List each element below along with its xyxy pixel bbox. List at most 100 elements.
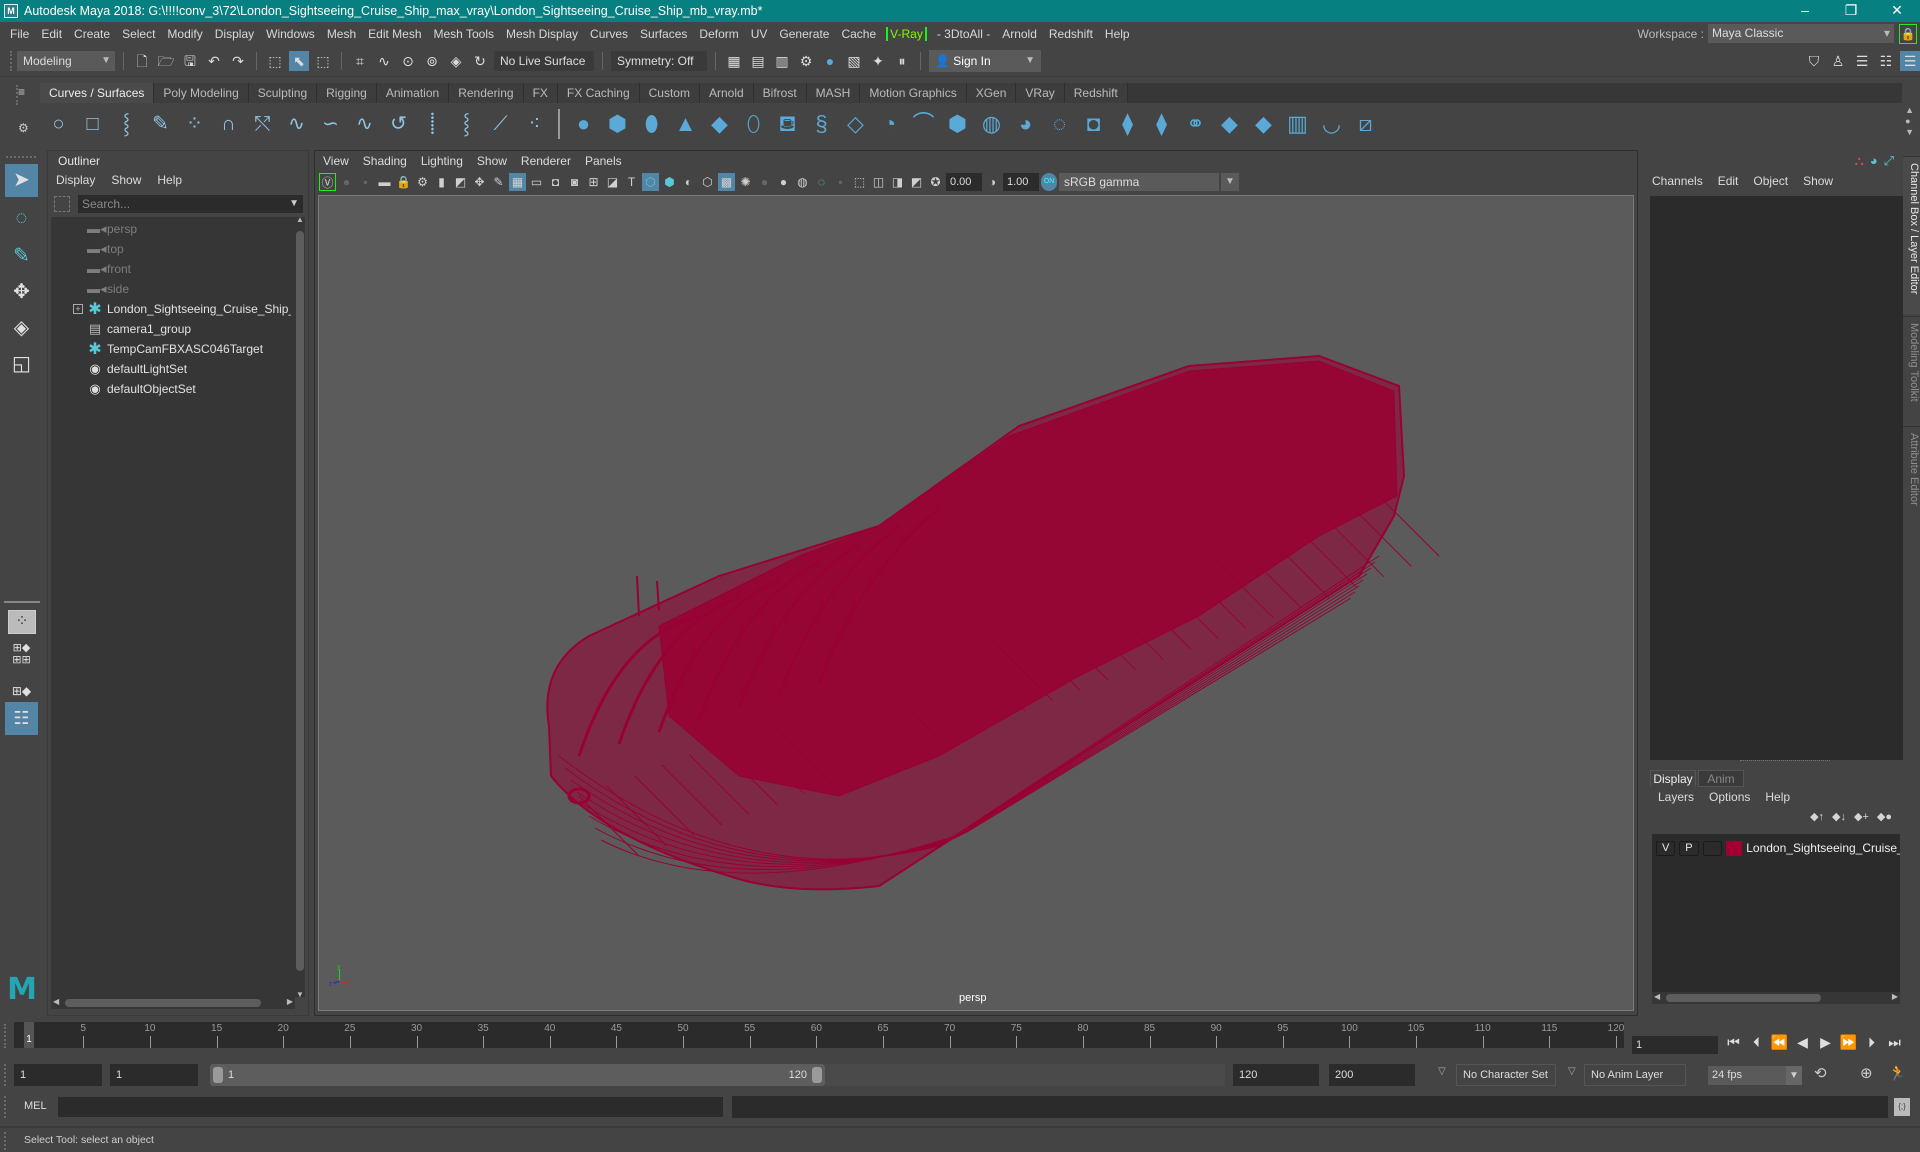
range-slider[interactable]: 1 120 [210,1064,825,1086]
animation-preferences-icon[interactable]: 🏃 [1888,1064,1907,1082]
play-backwards-icon[interactable]: ◀ [1793,1034,1812,1051]
outliner-item-top[interactable]: ▬◂ top [51,239,291,259]
motion-blur-vp-icon[interactable]: ◍ [794,173,811,191]
shelf-menu-icon[interactable]: ≡ [18,85,25,99]
time-slider-track[interactable]: 1 5 10 15 20 25 30 35 40 45 50 55 60 65 70 75 80 85 90 95 1… [14,1022,1624,1048]
birail-icon[interactable]: ⌒ [909,110,938,138]
gate-mask-icon[interactable]: ◙ [566,173,583,191]
render-sequence-icon[interactable]: ▤ [748,51,768,71]
revolve-icon[interactable]: ⛾ [773,110,802,138]
color-management-toggle[interactable]: ON [1041,173,1057,191]
menu-vray[interactable]: V-Ray [886,26,927,41]
screen-space-ao-icon[interactable]: ● [775,173,792,191]
minimize-button[interactable]: – [1782,0,1828,22]
scroll-left-icon[interactable]: ◀ [1654,992,1660,1001]
workspace-dropdown[interactable]: Maya Classic [1708,24,1894,43]
grip-handle[interactable] [10,51,13,71]
lock-camera-icon[interactable]: 🔒 [395,173,412,191]
cv-curve-icon[interactable]: ⸾ [112,110,141,138]
vray-toggle-icon[interactable]: Ⓥ [319,173,336,191]
mel-label[interactable]: MEL [24,1100,47,1112]
outliner-search-input[interactable]: Search... ▼ [78,195,303,213]
menu-edit[interactable]: Edit [37,27,70,41]
layer-tab-display[interactable]: Display [1650,770,1696,787]
mel-input[interactable] [58,1097,723,1117]
script-editor-icon[interactable]: {;} [1894,1098,1910,1116]
shelf-tab-motion-graphics[interactable]: Motion Graphics [860,83,967,103]
ambient-occlusion-icon[interactable]: ● [338,173,355,191]
shelf-settings-icon[interactable]: ⚙ [18,121,29,135]
symmetry-dropdown[interactable]: Symmetry: Off [611,51,707,71]
snap-grid-icon[interactable]: ⌗ [350,51,370,71]
reverse-curve-icon[interactable]: ⟋ [486,110,515,138]
menu-redshift[interactable]: Redshift [1045,27,1101,41]
search-options-icon[interactable]: ▼ [289,195,299,213]
paint-select-icon[interactable]: ✎ [5,240,38,273]
pause-render-icon[interactable]: ⏸ [892,51,912,71]
attribute-editor-toggle-icon[interactable]: ☰ [1852,51,1872,71]
exposure-icon[interactable]: ✪ [927,173,944,191]
shelf-tab-vray[interactable]: VRay [1016,83,1065,103]
wireframe-icon[interactable]: ⬡ [642,173,659,191]
outliner-menu-show[interactable]: Show [111,173,141,187]
3d-viewport[interactable]: y x z persp [318,195,1634,1011]
scroll-right-icon[interactable]: ▶ [287,997,293,1006]
move-tool-icon[interactable]: ✥ [5,276,38,309]
auto-key-icon[interactable]: ⊕ [1860,1064,1873,1082]
shelf-tab-curves-surfaces[interactable]: Curves / Surfaces [40,83,155,103]
go-to-end-icon[interactable]: ⏭ [1885,1034,1904,1051]
snap-live-icon[interactable]: ◈ [446,51,466,71]
pencil-curve-icon[interactable]: ✎ [146,110,175,138]
channel-box-toggle-icon[interactable]: ☰ [1900,51,1920,71]
select-hierarchy-icon[interactable]: ⬚ [265,51,285,71]
ship-wireframe[interactable] [319,196,1634,1011]
render-settings-icon[interactable]: ⚙ [796,51,816,71]
menu-display[interactable]: Display [211,27,262,41]
menu-arnold[interactable]: Arnold [998,27,1045,41]
loft-icon[interactable]: § [807,110,836,138]
outliner-vertical-scrollbar[interactable]: ▲ ▼ [295,215,305,999]
depth-of-field-icon[interactable]: ▪ [832,173,849,191]
shelf-tab-arnold[interactable]: Arnold [699,83,754,103]
grease-pencil-icon[interactable]: ✎ [490,173,507,191]
fps-dropdown[interactable]: 24 fps ▼ [1708,1066,1802,1085]
insert-knot-icon[interactable]: ∿ [350,110,379,138]
color-space-dropdown[interactable]: sRGB gamma [1059,173,1219,191]
outliner-menu-display[interactable]: Display [56,173,95,187]
outliner-item-ship[interactable]: + ✱ London_Sightseeing_Cruise_Ship_ncl [51,299,291,319]
viewport-menu-shading[interactable]: Shading [363,154,407,168]
grip-handle[interactable] [4,1064,7,1086]
outliner-item-default-object-set[interactable]: ◉ defaultObjectSet [51,379,291,399]
step-forward-frame-icon[interactable]: ⏵ [1862,1034,1881,1051]
ipr-render-icon[interactable]: ▥ [772,51,792,71]
detach-curves-icon[interactable]: ∽ [316,110,345,138]
menu-set-dropdown[interactable]: Modeling ▼ [17,51,115,71]
shelf-tab-custom[interactable]: Custom [639,83,700,103]
lasso-select-icon[interactable]: ◌ [5,202,38,235]
speed-icon[interactable]: ◕ [1870,153,1878,169]
redo-icon[interactable]: ↷ [228,51,248,71]
toolbox-grip[interactable] [6,156,36,158]
render-view-icon[interactable]: ▧ [844,51,864,71]
image-plane-icon[interactable]: ◩ [452,173,469,191]
sign-in-dropdown[interactable]: 👤 Sign In ▼ [929,50,1041,72]
layer-menu-layers[interactable]: Layers [1658,790,1694,804]
layer-name[interactable]: London_Sightseeing_Cruise_S [1746,841,1900,855]
menu-edit-mesh[interactable]: Edit Mesh [364,27,429,41]
planar-icon[interactable]: ◇ [841,110,870,138]
shelf-tab-bifrost[interactable]: Bifrost [753,83,807,103]
panel-splitter[interactable] [1740,760,1830,762]
safe-action-icon[interactable]: ◪ [604,173,621,191]
chevron-down-icon[interactable]: ▼ [1221,173,1239,191]
menu-mesh[interactable]: Mesh [323,27,364,41]
outliner-item-persp[interactable]: ▬◂ persp [51,219,291,239]
single-perspective-layout-icon[interactable]: ⁘ [8,610,36,634]
current-frame-field[interactable]: 1 [1632,1036,1718,1054]
manipulator-icon[interactable]: ⛬ [1855,153,1864,169]
animation-end-field[interactable]: 200 [1329,1064,1415,1086]
outliner-item-camera1-group[interactable]: ▤ camera1_group [51,319,291,339]
anti-aliasing-icon[interactable]: ◌ [813,173,830,191]
bevel-plus-icon[interactable]: ⬢ [943,110,972,138]
nurbs-cone-icon[interactable]: ▲ [671,110,700,138]
outliner-tab[interactable]: Outliner [50,152,112,170]
